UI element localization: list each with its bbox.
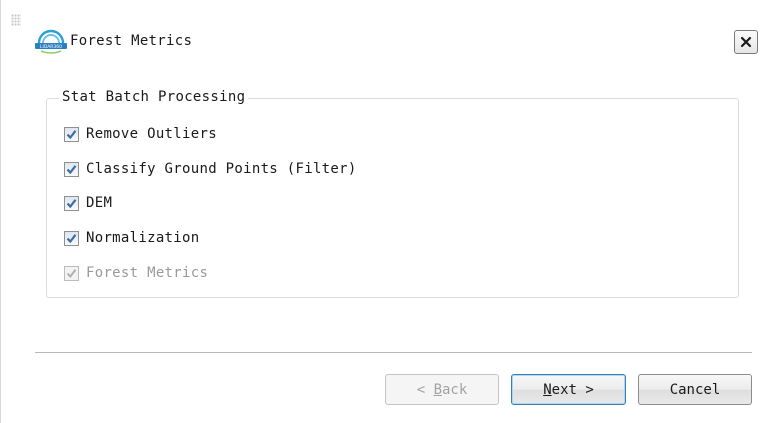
checkmark-icon <box>66 129 77 139</box>
dem-label: DEM <box>86 195 113 211</box>
cancel-label: Cancel <box>669 381 721 398</box>
remove-outliers-option[interactable]: Remove Outliers <box>64 124 217 144</box>
back-button[interactable]: < Back <box>385 374 499 405</box>
close-button[interactable] <box>734 30 758 54</box>
next-button[interactable]: Next > <box>511 374 626 405</box>
checkmark-icon <box>66 233 77 243</box>
next-label-rest: ext > <box>551 381 594 398</box>
dem-checkbox[interactable] <box>64 195 79 211</box>
normalization-option[interactable]: Normalization <box>64 228 199 248</box>
svg-text:LIDAR360: LIDAR360 <box>40 44 62 50</box>
classify-ground-points-option[interactable]: Classify Ground Points (Filter) <box>64 159 357 179</box>
remove-outliers-label: Remove Outliers <box>86 126 217 142</box>
classify-ground-points-checkbox[interactable] <box>64 161 79 177</box>
remove-outliers-checkbox[interactable] <box>64 126 79 142</box>
stat-batch-processing-group: Stat Batch Processing Remove Outliers Cl… <box>46 89 739 298</box>
title-bar: LIDAR360 Forest Metrics <box>1 0 766 80</box>
classify-ground-points-label: Classify Ground Points (Filter) <box>86 161 357 177</box>
forest-metrics-option: Forest Metrics <box>64 263 208 283</box>
group-title: Stat Batch Processing <box>59 89 249 105</box>
forest-metrics-checkbox <box>64 265 79 281</box>
checkmark-icon <box>66 198 77 208</box>
forest-metrics-dialog: LIDAR360 Forest Metrics Stat Batch Proce… <box>0 0 766 423</box>
lidar-logo-icon: LIDAR360 <box>33 28 69 56</box>
back-prefix: < <box>416 381 434 398</box>
cancel-button[interactable]: Cancel <box>638 374 752 405</box>
checkmark-icon <box>66 268 77 278</box>
checkmark-icon <box>66 164 77 174</box>
normalization-label: Normalization <box>86 230 200 246</box>
normalization-checkbox[interactable] <box>64 230 79 246</box>
back-label-rest: ack <box>442 381 468 398</box>
dem-option[interactable]: DEM <box>64 193 112 213</box>
close-icon <box>740 33 752 52</box>
footer-divider <box>35 352 752 353</box>
back-mnemonic: B <box>433 381 442 398</box>
forest-metrics-label: Forest Metrics <box>86 265 209 281</box>
dialog-title: Forest Metrics <box>70 33 193 49</box>
next-mnemonic: N <box>543 381 552 398</box>
